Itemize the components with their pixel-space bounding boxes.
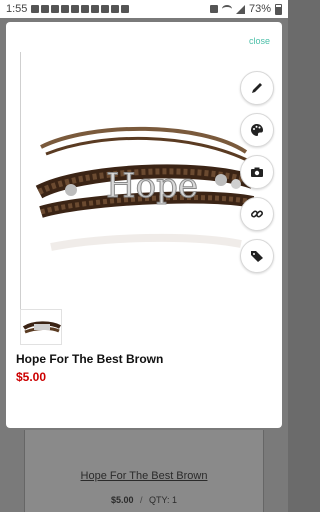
edit-button[interactable]: [240, 71, 274, 105]
product-modal: close Hope Hope For The Best Brown $5.00: [6, 22, 282, 428]
bracelet-image: Hope: [35, 126, 256, 251]
notification-icon: [101, 5, 110, 13]
battery-percent: 73%: [248, 3, 271, 15]
camera-button[interactable]: [240, 155, 274, 189]
battery-icon: [275, 3, 282, 15]
camera-icon: [251, 167, 263, 177]
color-button[interactable]: [240, 113, 274, 147]
status-left: 1:55: [6, 3, 130, 15]
notification-icon: [121, 5, 130, 13]
hope-charm: Hope: [106, 166, 198, 206]
background-product-card: Hope For The Best Brown $5.00 / QTY: 1: [24, 430, 264, 512]
product-image: Hope: [20, 52, 268, 322]
product-title: Hope For The Best Brown: [16, 352, 164, 366]
status-time: 1:55: [6, 3, 28, 15]
background-product-title[interactable]: Hope For The Best Brown: [25, 470, 263, 482]
separator: /: [140, 495, 143, 505]
background-product-qty: QTY: 1: [149, 495, 178, 505]
tag-icon: [251, 251, 263, 262]
link-icon: [250, 210, 264, 218]
notification-icon: [71, 5, 80, 13]
thumbnail-image: [22, 321, 61, 334]
product-thumbnail[interactable]: [20, 309, 62, 345]
status-right: 73%: [209, 3, 282, 15]
signal-icon: [235, 4, 245, 14]
notification-icon: [111, 5, 120, 13]
notification-icons: [31, 5, 130, 13]
notification-icon: [91, 5, 100, 13]
alarm-icon: [209, 5, 218, 13]
palette-icon: [251, 124, 263, 136]
notification-icon: [41, 5, 50, 13]
link-button[interactable]: [240, 197, 274, 231]
status-bar: 1:55 73%: [0, 0, 288, 18]
product-price: $5.00: [16, 370, 47, 384]
wifi-icon: [221, 5, 232, 13]
notification-icon: [61, 5, 70, 13]
background-product-price: $5.00: [110, 495, 134, 505]
close-button[interactable]: close: [249, 36, 270, 46]
pencil-icon: [252, 83, 262, 93]
notification-icon: [31, 5, 40, 13]
background-product-meta: $5.00 / QTY: 1: [25, 495, 263, 505]
tag-button[interactable]: [240, 239, 274, 273]
notification-icon: [81, 5, 90, 13]
notification-icon: [51, 5, 60, 13]
